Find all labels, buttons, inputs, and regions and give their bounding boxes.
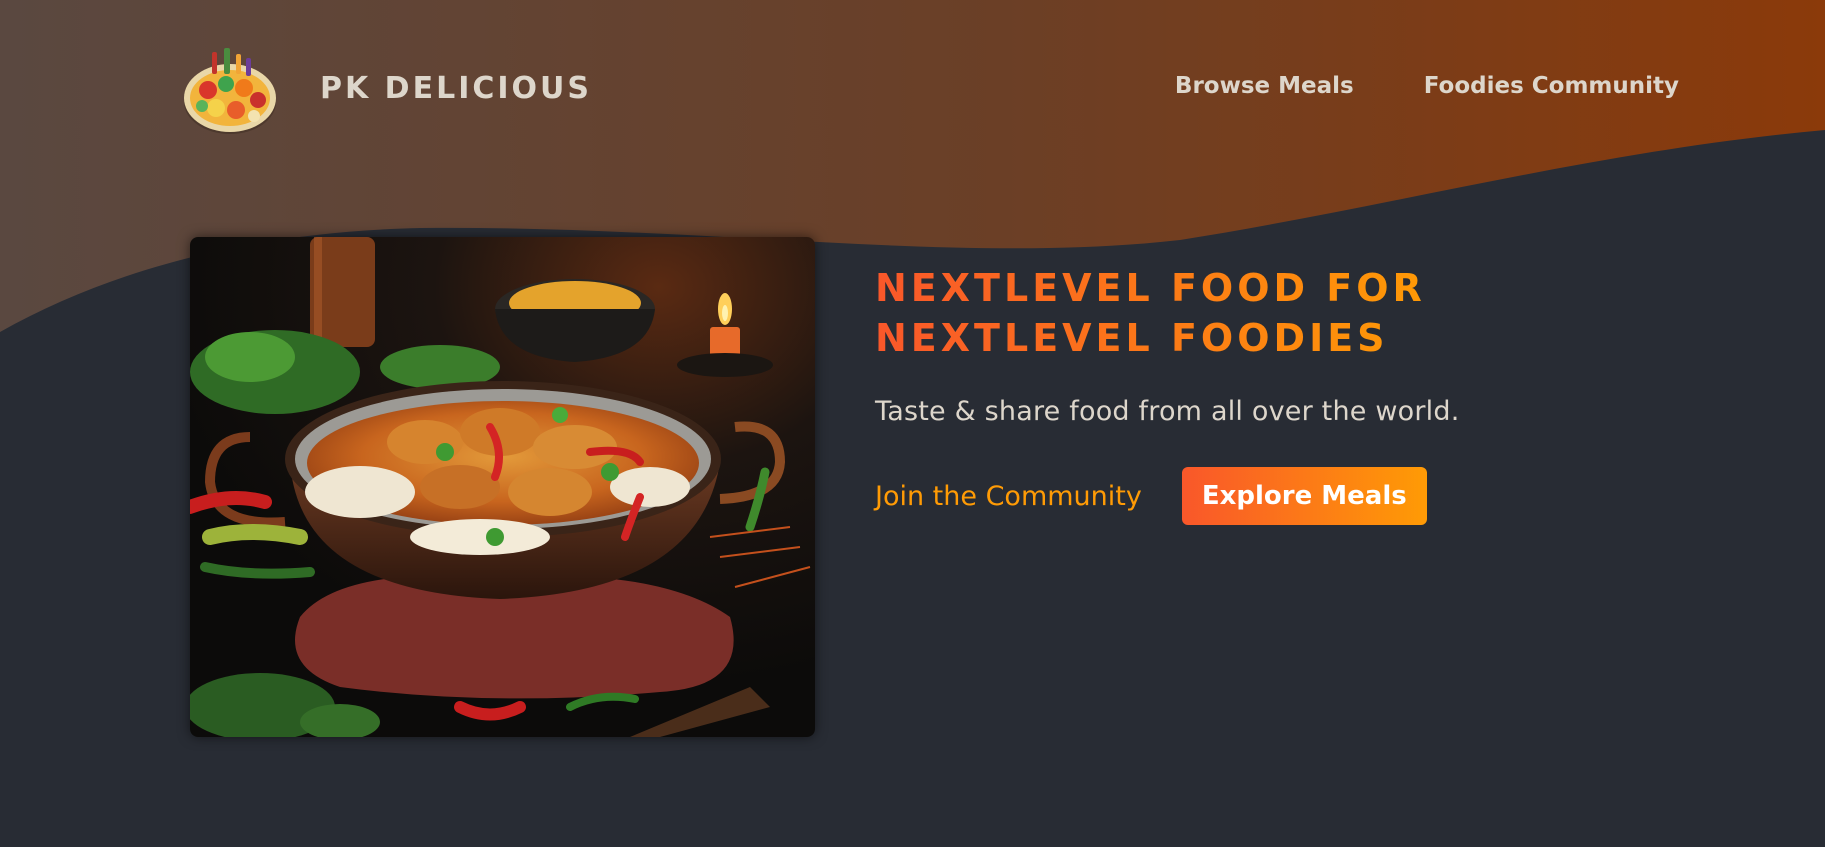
food-platter-icon	[184, 48, 276, 134]
join-community-link[interactable]: Join the Community	[875, 481, 1142, 512]
nav-foodies-community[interactable]: Foodies Community	[1424, 73, 1679, 99]
page: PK DELICIOUS Browse Meals Foodies Commun…	[0, 0, 1825, 847]
hero-title-text: NEXTLEVEL FOOD FOR NEXTLEVEL FOODIES	[875, 266, 1426, 360]
hero-image-slideshow	[190, 237, 815, 737]
brand-name: PK DELICIOUS	[320, 70, 593, 106]
main-nav: Browse Meals Foodies Community	[1175, 73, 1679, 99]
explore-meals-button[interactable]: Explore Meals	[1181, 467, 1427, 525]
hero-cta-group: Join the Community Explore Meals	[875, 467, 1675, 525]
home-logo-link[interactable]: PK DELICIOUS	[178, 40, 592, 136]
hero-subtitle: Taste & share food from all over the wor…	[875, 396, 1460, 427]
hero-title: NEXTLEVEL FOOD FOR NEXTLEVEL FOODIES	[875, 263, 1675, 363]
nav-browse-meals[interactable]: Browse Meals	[1175, 73, 1354, 99]
curry-dish-image	[190, 237, 815, 737]
hero-section: NEXTLEVEL FOOD FOR NEXTLEVEL FOODIES Tas…	[875, 263, 1675, 525]
site-header: PK DELICIOUS Browse Meals Foodies Commun…	[0, 0, 1825, 175]
